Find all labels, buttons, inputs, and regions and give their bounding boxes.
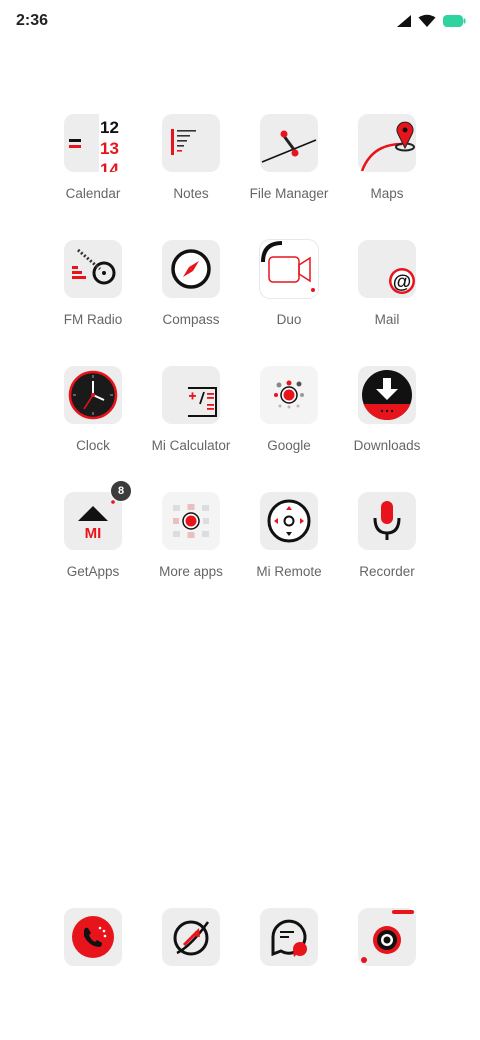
calendar-date-12: 12 (100, 118, 119, 137)
app-compass[interactable]: Compass (142, 240, 240, 350)
app-recorder[interactable]: Recorder (338, 492, 436, 602)
calendar-date-13: 13 (100, 139, 119, 158)
app-downloads[interactable]: Downloads (338, 366, 436, 476)
notes-icon (162, 114, 220, 172)
app-clock[interactable]: Clock (44, 366, 142, 476)
downloads-icon (358, 366, 416, 424)
app-label: Recorder (359, 564, 415, 579)
app-label: Duo (276, 312, 302, 327)
battery-icon (443, 15, 466, 27)
app-label: Google (267, 438, 311, 453)
clock-icon (64, 366, 122, 424)
mail-icon: @ (358, 240, 416, 298)
app-label: Mi Remote (256, 564, 322, 579)
app-label: Mail (374, 312, 400, 327)
dock-messages[interactable] (240, 908, 338, 968)
app-label: File Manager (249, 186, 329, 201)
microphone-icon (358, 492, 416, 550)
getapps-logo-text: MI (85, 525, 102, 542)
app-label: Mi Calculator (151, 438, 231, 453)
app-calendar[interactable]: 12 13 14 Calendar (44, 114, 142, 224)
status-icons (396, 14, 466, 28)
messages-icon (260, 908, 318, 966)
dock-browser[interactable] (142, 908, 240, 968)
app-label: Calendar (65, 186, 121, 201)
calculator-icon (162, 366, 220, 424)
remote-icon (260, 492, 318, 550)
compass-icon (162, 240, 220, 298)
app-fm-radio[interactable]: FM Radio (44, 240, 142, 350)
camera-icon (358, 908, 416, 966)
app-label: More apps (159, 564, 223, 579)
dock-camera[interactable] (338, 908, 436, 968)
app-label: Downloads (353, 438, 421, 453)
wifi-icon (418, 14, 436, 27)
browser-icon (162, 908, 220, 966)
app-mail[interactable]: @ Mail (338, 240, 436, 350)
video-camera-icon (260, 240, 318, 298)
app-label: Maps (370, 186, 404, 201)
cellular-signal-icon (397, 15, 411, 27)
app-label: Clock (76, 438, 110, 453)
google-folder-icon (260, 366, 318, 424)
app-file-manager[interactable]: File Manager (240, 114, 338, 224)
app-getapps[interactable]: MI 8 GetApps (44, 480, 142, 602)
app-more-apps-folder[interactable]: More apps (142, 492, 240, 602)
calendar-icon: 12 13 14 (64, 114, 122, 172)
getapps-icon: MI 8 (64, 480, 132, 550)
status-bar: 2:36 (0, 0, 480, 44)
app-maps[interactable]: Maps (338, 114, 436, 224)
dock-phone[interactable] (44, 908, 142, 968)
app-mi-calculator[interactable]: Mi Calculator (142, 366, 240, 476)
notification-badge: 8 (110, 480, 132, 502)
svg-text:@: @ (393, 272, 412, 293)
fm-radio-icon (64, 240, 122, 298)
phone-icon (64, 908, 122, 966)
more-apps-folder-icon (162, 492, 220, 550)
app-label: Compass (162, 312, 220, 327)
app-label: Notes (173, 186, 209, 201)
app-label: GetApps (66, 564, 120, 579)
maps-icon (358, 114, 416, 172)
app-notes[interactable]: Notes (142, 114, 240, 224)
app-duo[interactable]: Duo (240, 240, 338, 350)
app-mi-remote[interactable]: Mi Remote (240, 492, 338, 602)
app-label: FM Radio (63, 312, 123, 327)
app-google-folder[interactable]: Google (240, 366, 338, 476)
calendar-date-14: 14 (100, 160, 119, 172)
status-time: 2:36 (16, 12, 49, 29)
file-manager-icon (260, 114, 318, 172)
